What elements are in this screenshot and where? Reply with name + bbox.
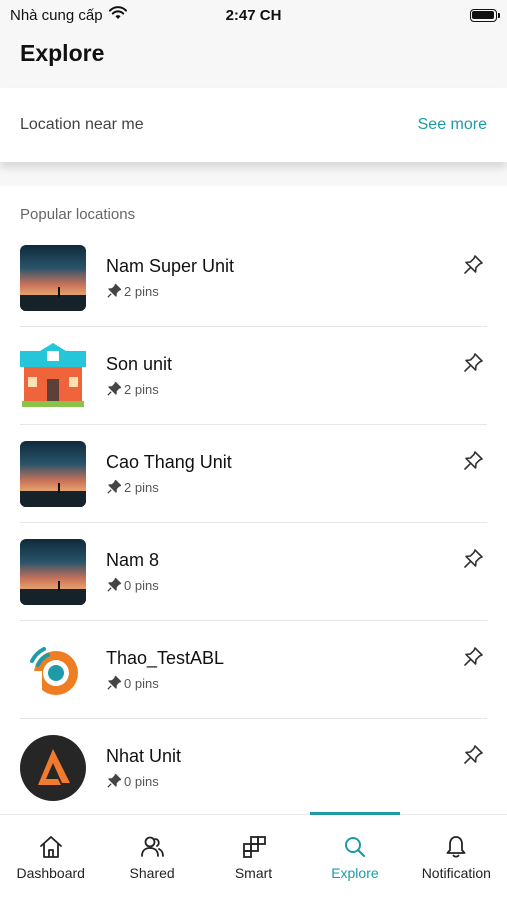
pin-count: 0 pins — [106, 675, 487, 691]
search-icon — [344, 837, 366, 858]
location-name: Nam 8 — [106, 550, 160, 570]
tab-label: Smart — [234, 865, 273, 881]
location-near-me-card: Location near me See more — [0, 88, 507, 162]
location-name: Son unit — [106, 354, 173, 374]
pin-icon[interactable] — [459, 447, 487, 475]
popular-locations-title: Popular locations — [20, 206, 136, 223]
battery-icon — [469, 8, 500, 22]
header: Explore — [0, 30, 507, 88]
tab-notification[interactable]: Notification — [406, 815, 507, 900]
list-item[interactable]: Nam Super Unit 2 pins — [20, 229, 487, 327]
blocks-icon — [242, 836, 266, 858]
pin-count-text: 0 pins — [124, 577, 159, 593]
tab-shared[interactable]: Shared — [101, 815, 202, 900]
page-title: Explore — [20, 40, 105, 66]
location-name: Thao_TestABL — [106, 648, 225, 668]
pin-icon[interactable] — [459, 545, 487, 573]
pin-small-icon — [107, 577, 122, 592]
pin-small-icon — [107, 283, 122, 298]
location-thumbnail — [20, 538, 86, 605]
status-bar: Nhà cung cấp 2:47 CH — [0, 0, 507, 30]
pin-count-text: 2 pins — [124, 479, 159, 495]
list-item[interactable]: Cao Thang Unit 2 pins — [20, 425, 487, 523]
location-near-me-title: Location near me — [20, 116, 144, 133]
location-thumbnail — [20, 440, 86, 507]
home-icon — [39, 836, 62, 858]
see-more-link[interactable]: See more — [418, 116, 487, 134]
location-thumbnail — [20, 244, 86, 311]
location-thumbnail — [20, 342, 86, 409]
tab-label: Notification — [421, 865, 491, 881]
pin-small-icon — [107, 675, 122, 690]
list-item[interactable]: Nhat Unit 0 pins — [20, 719, 487, 814]
location-thumbnail — [20, 734, 86, 801]
pin-count: 2 pins — [106, 283, 487, 299]
list-item[interactable]: Nam 8 0 pins — [20, 523, 487, 621]
status-time: 2:47 CH — [225, 6, 282, 24]
pin-icon[interactable] — [459, 741, 487, 769]
pin-count-text: 2 pins — [124, 381, 159, 397]
status-left: Nhà cung cấp — [10, 6, 170, 24]
location-name: Nhat Unit — [106, 746, 182, 766]
pin-icon[interactable] — [459, 643, 487, 671]
popular-locations-section: Popular locations Nam Super Unit 2 pins … — [0, 186, 507, 814]
people-icon — [141, 836, 165, 857]
status-right — [337, 8, 500, 22]
pin-count-text: 2 pins — [124, 283, 159, 299]
pin-small-icon — [107, 381, 122, 396]
pin-icon[interactable] — [459, 349, 487, 377]
wifi-icon — [108, 6, 127, 24]
location-thumbnail — [20, 636, 86, 703]
tab-label: Dashboard — [16, 865, 85, 881]
pin-count: 2 pins — [106, 479, 487, 495]
pin-small-icon — [107, 479, 122, 494]
tab-smart[interactable]: Smart — [203, 815, 304, 900]
pin-small-icon — [107, 773, 122, 788]
tab-bar: Dashboard Shared Smart Explore Notificat… — [0, 812, 507, 900]
location-name: Cao Thang Unit — [106, 452, 232, 472]
tab-dashboard[interactable]: Dashboard — [0, 815, 101, 900]
tab-label: Shared — [129, 865, 175, 881]
pin-count: 0 pins — [106, 577, 487, 593]
pin-count: 0 pins — [106, 773, 487, 789]
location-name: Nam Super Unit — [106, 256, 235, 276]
carrier-label: Nhà cung cấp — [10, 6, 103, 24]
tab-explore[interactable]: Explore — [304, 812, 405, 900]
list-item[interactable]: Son unit 2 pins — [20, 327, 487, 425]
list-item[interactable]: Thao_TestABL 0 pins — [20, 621, 487, 719]
pin-count: 2 pins — [106, 381, 487, 397]
tab-label: Explore — [331, 865, 379, 881]
bell-icon — [446, 836, 466, 858]
pin-count-text: 0 pins — [124, 773, 159, 789]
pin-icon[interactable] — [459, 251, 487, 279]
pin-count-text: 0 pins — [124, 675, 159, 691]
